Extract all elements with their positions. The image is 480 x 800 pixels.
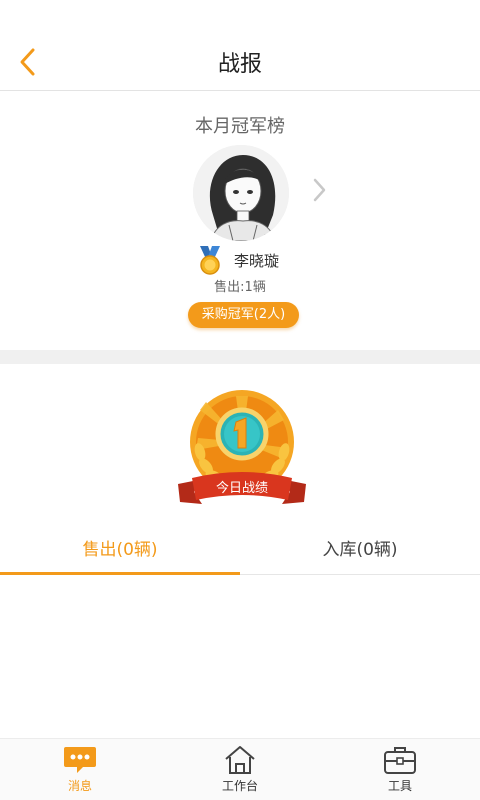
champion-name-row: 李晓璇 <box>196 244 279 276</box>
section-divider <box>0 350 480 364</box>
record-tabs: 售出(0辆) 入库(0辆) <box>0 527 480 575</box>
section-title: 本月冠军榜 <box>195 116 285 137</box>
header: 战报 <box>0 0 480 91</box>
message-icon <box>64 747 96 773</box>
tabbar-label: 工具 <box>387 779 412 793</box>
today-record-section: 今日战绩 <box>0 364 480 524</box>
monthly-champion-card: 本月冠军榜 李晓璇 售出:1辆 采购冠军(2人) <box>0 92 480 350</box>
emblem-label: 今日战绩 <box>216 480 268 496</box>
tab-sold[interactable]: 售出(0辆) <box>0 527 240 575</box>
tabbar-item-workbench[interactable]: 工作台 <box>160 739 320 800</box>
champion-name: 李晓璇 <box>234 251 280 270</box>
today-record-emblem: 今日战绩 <box>178 390 306 504</box>
tabbar-item-tools[interactable]: 工具 <box>320 739 480 800</box>
sold-count: 售出:1辆 <box>214 280 266 295</box>
home-icon <box>225 746 255 774</box>
tabbar-label: 工作台 <box>221 779 258 793</box>
tab-stock-in[interactable]: 入库(0辆) <box>240 527 480 574</box>
bottom-tab-bar: 消息 工作台 工具 <box>0 738 480 800</box>
purchase-champion-badge[interactable]: 采购冠军(2人) <box>188 302 299 328</box>
toolbox-icon <box>384 747 416 774</box>
next-champion-button[interactable] <box>306 175 332 205</box>
gold-medal-icon <box>200 246 220 275</box>
page-title: 战报 <box>217 52 262 77</box>
chevron-right-icon <box>313 178 326 202</box>
record-list <box>0 576 480 738</box>
tabbar-label: 消息 <box>67 779 92 793</box>
avatar[interactable] <box>193 145 289 241</box>
tabbar-item-messages[interactable]: 消息 <box>0 739 160 800</box>
